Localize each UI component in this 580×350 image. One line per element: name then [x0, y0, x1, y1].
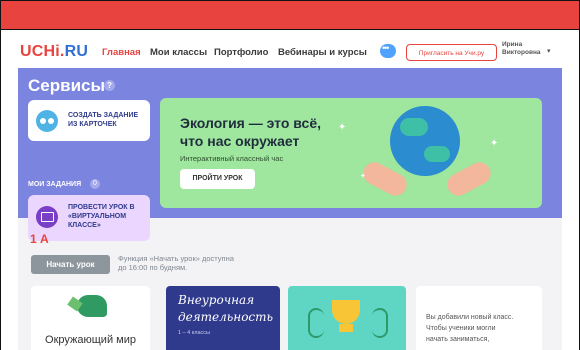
nav-home[interactable]: Главная — [102, 47, 141, 58]
note-text-line3: начать заниматься, — [426, 336, 490, 343]
promo-title-line1: Экология — это всё, — [180, 115, 322, 131]
chat-icon[interactable] — [380, 43, 396, 58]
top-red-bar — [0, 0, 580, 30]
logo-part1: UCHi. — [20, 43, 65, 60]
note-text-line1: Вы добавили новый класс. — [426, 314, 514, 321]
services-panel: Сервисы ? СОЗДАТЬ ЗАДАНИЕ ИЗ КАРТОЧЕК МО… — [18, 68, 562, 241]
extra-line1: Внеурочная — [178, 293, 255, 307]
subject-extracurricular-label: Внеурочная деятельность — [178, 292, 274, 326]
my-tasks-link[interactable]: МОИ ЗАДАНИЯ — [28, 181, 81, 188]
extra-line2: деятельность — [178, 310, 274, 324]
promo-title: Экология — это всё, что нас окружает — [180, 114, 321, 150]
laurel-icon — [308, 308, 324, 338]
note-text-line2: Чтобы ученики могли — [426, 325, 496, 332]
subject-tile-extracurricular[interactable]: Внеурочная деятельность 1 – 4 классы — [166, 286, 280, 350]
globe-icon — [390, 106, 460, 176]
logo[interactable]: UCHi.RU — [20, 43, 88, 61]
screen: UCHi.RU Главная Мои классы Портфолио Веб… — [18, 36, 562, 350]
sparkle-icon: ✦ — [360, 173, 366, 180]
screen-icon — [36, 206, 58, 228]
promo-subtitle: Интерактивный классный час — [180, 154, 284, 163]
subject-extracurricular-grades: 1 – 4 классы — [178, 330, 210, 336]
my-tasks-count: 0 — [90, 179, 100, 189]
cards-icon — [36, 110, 58, 132]
nav-webinars[interactable]: Вебинары и курсы — [278, 47, 367, 58]
chevron-down-icon[interactable]: ▾ — [547, 47, 551, 55]
sparkle-icon: ✦ — [338, 122, 347, 133]
logo-part2: RU — [64, 43, 89, 60]
promo-title-line2: что нас окружает — [180, 133, 300, 149]
note-line2: до 16:00 по будням. — [118, 263, 188, 272]
frame-border-left — [0, 29, 1, 350]
nav-portfolio[interactable]: Портфолио — [214, 47, 268, 58]
header: UCHi.RU Главная Мои классы Портфолио Веб… — [18, 36, 562, 68]
subject-tile-olympiad[interactable] — [288, 286, 406, 350]
user-first-name: Ирина — [502, 41, 523, 48]
trophy-base — [339, 324, 353, 332]
create-task-card[interactable]: СОЗДАТЬ ЗАДАНИЕ ИЗ КАРТОЧЕК — [28, 100, 150, 141]
subject-world-label: Окружающий мир — [45, 334, 136, 346]
new-class-note-text: Вы добавили новый класс. Чтобы ученики м… — [426, 312, 536, 345]
services-title: Сервисы — [28, 76, 105, 95]
nav-my-classes[interactable]: Мои классы — [150, 47, 207, 58]
subject-tile-world[interactable]: Окружающий мир — [31, 286, 150, 350]
bird-icon — [77, 295, 107, 317]
class-title: 1 А — [30, 232, 49, 246]
start-lesson-button[interactable]: Начать урок — [31, 255, 110, 274]
trophy-icon — [332, 300, 360, 324]
laurel-icon — [372, 308, 388, 338]
create-task-label: СОЗДАТЬ ЗАДАНИЕ ИЗ КАРТОЧЕК — [68, 112, 139, 128]
note-line1: Функция «Начать урок» доступна — [118, 254, 234, 263]
virtual-lesson-label: ПРОВЕСТИ УРОК В «ВИРТУАЛЬНОМ КЛАССЕ» — [68, 204, 135, 229]
start-lesson-note: Функция «Начать урок» доступна до 16:00 п… — [118, 254, 234, 272]
invite-button[interactable]: Пригласить на Учи.ру — [406, 44, 497, 61]
user-name[interactable]: Ирина Викторовна — [502, 41, 541, 57]
new-class-note: Вы добавили новый класс. Чтобы ученики м… — [416, 286, 542, 350]
user-last-name: Викторовна — [502, 49, 541, 56]
hand-icon — [443, 158, 495, 200]
sparkle-icon: ✦ — [490, 138, 499, 149]
ecology-promo: Экология — это всё, что нас окружает Инте… — [160, 98, 542, 208]
take-lesson-button[interactable]: ПРОЙТИ УРОК — [180, 169, 255, 189]
help-icon[interactable]: ? — [104, 80, 115, 91]
